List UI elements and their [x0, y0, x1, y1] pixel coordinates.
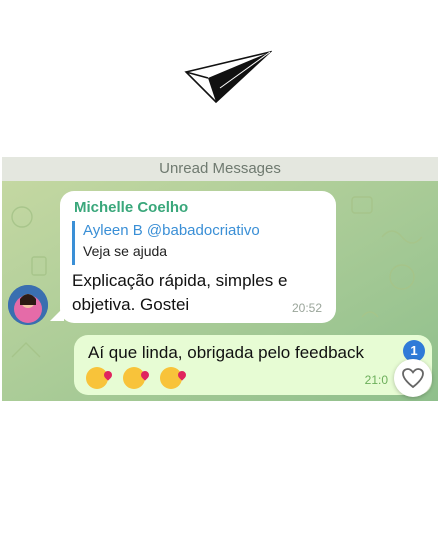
chat-view: Unread Messages Michelle Coelho Ayleen B…: [2, 157, 438, 401]
quoted-author: Ayleen B @babadocriativo: [83, 222, 260, 239]
incoming-message-bubble[interactable]: Michelle Coelho Ayleen B @babadocriativo…: [60, 191, 336, 323]
avatar-image: [8, 285, 48, 325]
quoted-text: Veja se ajuda: [83, 243, 168, 259]
paper-plane-icon: [184, 50, 272, 104]
unread-messages-bar: Unread Messages: [2, 157, 438, 181]
outgoing-message-bubble[interactable]: Aí que linda, obrigada pelo feedback 21:…: [74, 335, 432, 395]
sender-name[interactable]: Michelle Coelho: [74, 199, 188, 216]
kissing-heart-emoji: [160, 367, 183, 389]
unread-label: Unread Messages: [159, 160, 281, 177]
react-heart-button[interactable]: [394, 359, 432, 397]
kissing-heart-emoji: [123, 367, 146, 389]
kissing-heart-emoji: [86, 367, 108, 389]
heart-icon: [402, 368, 424, 389]
incoming-timestamp: 20:52: [291, 301, 322, 315]
quoted-reply[interactable]: Ayleen B @babadocriativo Veja se ajuda: [72, 221, 312, 265]
emoji-row: [86, 367, 188, 394]
outgoing-timestamp: 21:0: [364, 373, 388, 387]
avatar[interactable]: [8, 285, 48, 325]
outgoing-message-text: Aí que linda, obrigada pelo feedback: [88, 343, 364, 362]
